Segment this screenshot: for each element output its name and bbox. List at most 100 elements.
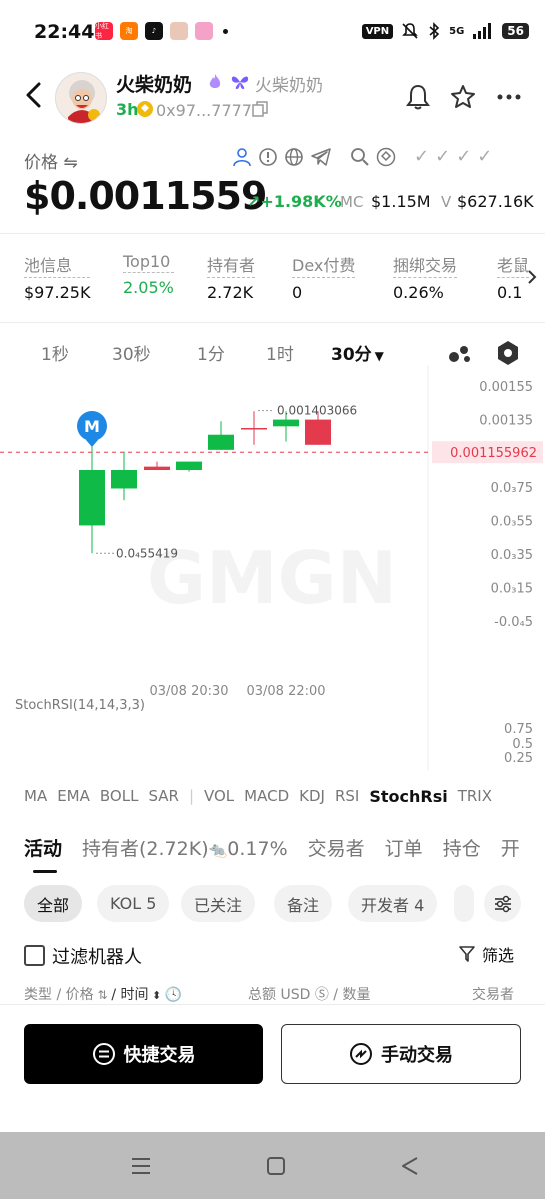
stat-item[interactable]: Top10 2.05% — [123, 252, 174, 297]
indicator-tab[interactable]: StochRsi — [369, 787, 447, 806]
token-address[interactable]: 0x97...7777 — [156, 101, 252, 120]
indicator-tabs: MA EMA BOLL SAR | VOL MACD KDJ RSI StochRsi TRIX — [24, 787, 492, 806]
tab-30s[interactable]: 30秒 — [112, 340, 151, 365]
check-icon: ✓ — [456, 146, 472, 167]
divider — [0, 233, 545, 234]
chip-followed[interactable]: 已关注 — [181, 885, 256, 922]
battery-indicator: 56 — [502, 23, 529, 39]
indicator-tab[interactable]: MACD — [244, 787, 289, 806]
tab-activity[interactable]: 活动 — [24, 834, 62, 861]
chevron-right-icon[interactable] — [526, 268, 538, 286]
mc-label: MC — [340, 193, 364, 211]
filter-robots-label[interactable]: 过滤机器人 — [52, 943, 142, 969]
chip-developer[interactable]: 开发者 4 — [348, 885, 438, 922]
volume-label: V — [441, 193, 452, 211]
social-links: ✓ ✓ ✓ ✓ — [232, 146, 492, 167]
candle-body — [79, 470, 105, 526]
divider — [0, 322, 545, 323]
stat-value: 2.72K — [207, 283, 254, 302]
copy-icon[interactable] — [252, 101, 268, 117]
currency-switch-icon[interactable]: Ⓢ — [315, 987, 329, 1003]
sort-desc-icon[interactable]: ⬍ — [148, 989, 164, 1002]
user-icon[interactable] — [232, 147, 252, 167]
indicator-tab[interactable]: RSI — [335, 787, 359, 806]
tab-30m[interactable]: 30分 ▼ — [331, 340, 384, 365]
chip-more[interactable] — [454, 885, 474, 922]
tab-1h[interactable]: 1时 — [266, 340, 294, 365]
caret-down-icon: ▼ — [374, 349, 384, 363]
more-icon[interactable] — [497, 93, 521, 101]
chart-timeframe-tabs: 1秒 30秒 1分 1时 30分 ▼ — [0, 340, 545, 368]
tab-traders[interactable]: 交易者 — [308, 834, 365, 861]
settings-hex-icon[interactable] — [496, 340, 520, 366]
active-tab-indicator — [33, 870, 57, 873]
activity-tabs: 活动 持有者(2.72K)🐀0.17% 交易者 订单 持仓 开 — [24, 834, 520, 861]
candle-body — [176, 461, 202, 470]
tab-1m[interactable]: 1分 — [197, 340, 225, 365]
indicator-tab[interactable]: EMA — [57, 787, 90, 806]
y-tick-label: 0.00155 — [479, 380, 533, 395]
indicator-tab[interactable]: MA — [24, 787, 47, 806]
filter-robots-checkbox[interactable] — [24, 945, 45, 966]
info-icon[interactable] — [258, 147, 278, 167]
indicator-tick-label: 0.5 — [512, 737, 533, 752]
tab-more[interactable]: 开 — [501, 834, 520, 861]
telegram-icon[interactable] — [310, 147, 332, 167]
stat-value: $97.25K — [24, 283, 91, 302]
indicator-tab[interactable]: VOL — [204, 787, 234, 806]
tiktok-app-icon: ♪ — [145, 22, 163, 40]
indicators-icon[interactable] — [448, 342, 472, 364]
indicator-tab[interactable]: KDJ — [299, 787, 325, 806]
tab-1s[interactable]: 1秒 — [41, 340, 69, 365]
stat-value: 0 — [292, 283, 303, 302]
quick-trade-button[interactable]: 快捷交易 — [24, 1024, 263, 1084]
swap-icon[interactable]: ⇋ — [63, 153, 77, 173]
y-tick-label: 0.0₃55 — [491, 514, 533, 529]
table-header-amount: 总额 USD Ⓢ / 数量 — [248, 987, 371, 1003]
globe-icon[interactable] — [284, 147, 304, 167]
star-icon[interactable] — [449, 83, 477, 111]
quick-trade-icon — [92, 1043, 115, 1065]
y-tick-label: 0.00135 — [479, 414, 533, 429]
low-price-label: 0.0₄55419 — [116, 546, 178, 560]
manual-trade-button[interactable]: 手动交易 — [281, 1024, 521, 1084]
volume-value: $627.16K — [457, 192, 534, 211]
avatar-app-icon — [170, 22, 188, 40]
filter-settings-button[interactable] — [484, 885, 521, 922]
stat-item[interactable]: 捆绑交易 0.26% — [393, 252, 458, 302]
filter-button[interactable]: 筛选 — [458, 942, 514, 966]
price-value: $0.0011559 — [24, 174, 267, 218]
indicator-tab[interactable]: BOLL — [100, 787, 139, 806]
bsc-chain-icon[interactable] — [376, 147, 396, 167]
back-arrow-icon[interactable] — [20, 80, 50, 110]
candlestick-chart[interactable]: GMGN0.001550.001350.0₃950.0₃750.0₃550.0₃… — [0, 365, 545, 775]
stats-row[interactable]: 池信息 $97.25K Top10 2.05% 持有者 2.72K Dex付费 0 捆绑交易 0.… — [0, 252, 545, 308]
mute-icon — [402, 23, 419, 39]
network-label: 5G — [449, 25, 465, 37]
stat-item[interactable]: Dex付费 0 — [292, 252, 356, 302]
indicator-tab[interactable]: TRIX — [458, 787, 492, 806]
stat-label: Top10 — [123, 252, 174, 273]
home-icon[interactable] — [266, 1156, 286, 1176]
tab-positions[interactable]: 持仓 — [443, 834, 481, 861]
sliders-icon — [494, 895, 511, 912]
current-price-label: 0.001155962 — [450, 446, 537, 461]
stat-item[interactable]: 持有者 2.72K — [207, 252, 256, 302]
bell-icon[interactable] — [404, 83, 432, 111]
clock-icon[interactable]: 🕓 — [165, 987, 182, 1003]
chip-all[interactable]: 全部 — [24, 885, 83, 922]
funnel-icon — [459, 946, 475, 962]
search-icon[interactable] — [350, 147, 370, 167]
tab-orders[interactable]: 订单 — [385, 834, 423, 861]
chip-kol[interactable]: KOL 5 — [97, 885, 170, 922]
candle-body — [208, 434, 234, 450]
stat-item[interactable]: 池信息 $97.25K — [24, 252, 91, 302]
menu-icon[interactable] — [130, 1156, 152, 1176]
indicator-tab[interactable]: SAR — [148, 787, 178, 806]
back-nav-icon[interactable] — [400, 1156, 420, 1176]
sort-icon[interactable]: ⇅ — [94, 988, 112, 1002]
tab-holders[interactable]: 持有者(2.72K)🐀0.17% — [82, 834, 288, 861]
stat-item[interactable]: 老鼠 0.1 — [497, 252, 530, 302]
chip-notes[interactable]: 备注 — [274, 885, 333, 922]
token-avatar — [55, 72, 107, 124]
